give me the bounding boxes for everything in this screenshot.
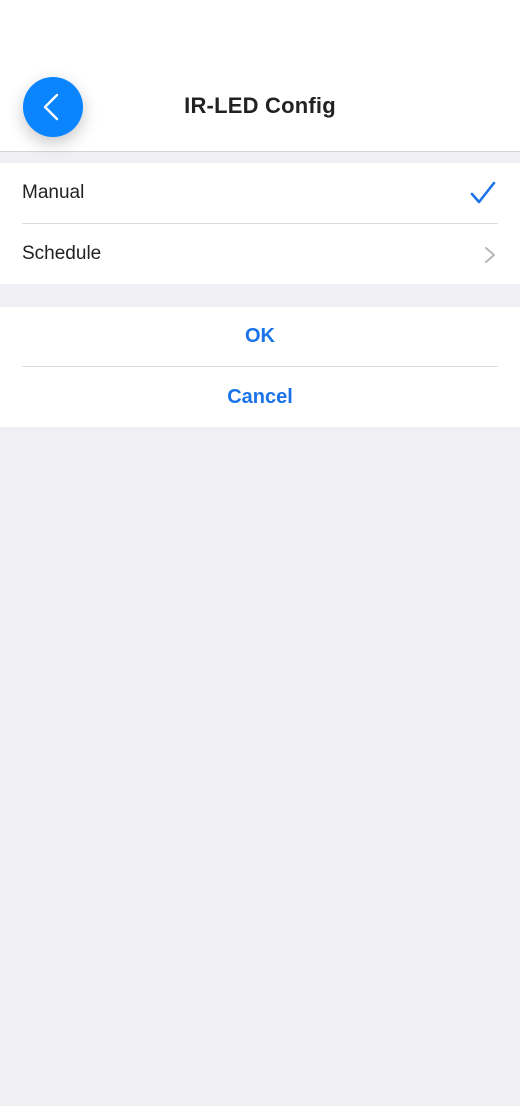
checkmark-icon <box>470 181 496 204</box>
mode-list: Manual Schedule <box>0 163 520 284</box>
chevron-right-icon <box>485 247 495 263</box>
mode-option-schedule[interactable]: Schedule <box>0 224 520 284</box>
ok-button[interactable]: OK <box>0 307 520 366</box>
ir-led-config-screen: IR-LED Config Manual Schedule OK Cancel <box>0 0 520 1106</box>
page-title: IR-LED Config <box>184 93 336 118</box>
row-divider <box>22 366 498 367</box>
cancel-button[interactable]: Cancel <box>0 368 520 427</box>
navigation-bar: IR-LED Config <box>0 0 520 152</box>
mode-option-manual[interactable]: Manual <box>0 163 520 224</box>
mode-option-label: Schedule <box>22 243 102 264</box>
mode-option-label: Manual <box>22 182 85 203</box>
action-list: OK Cancel <box>0 307 520 427</box>
